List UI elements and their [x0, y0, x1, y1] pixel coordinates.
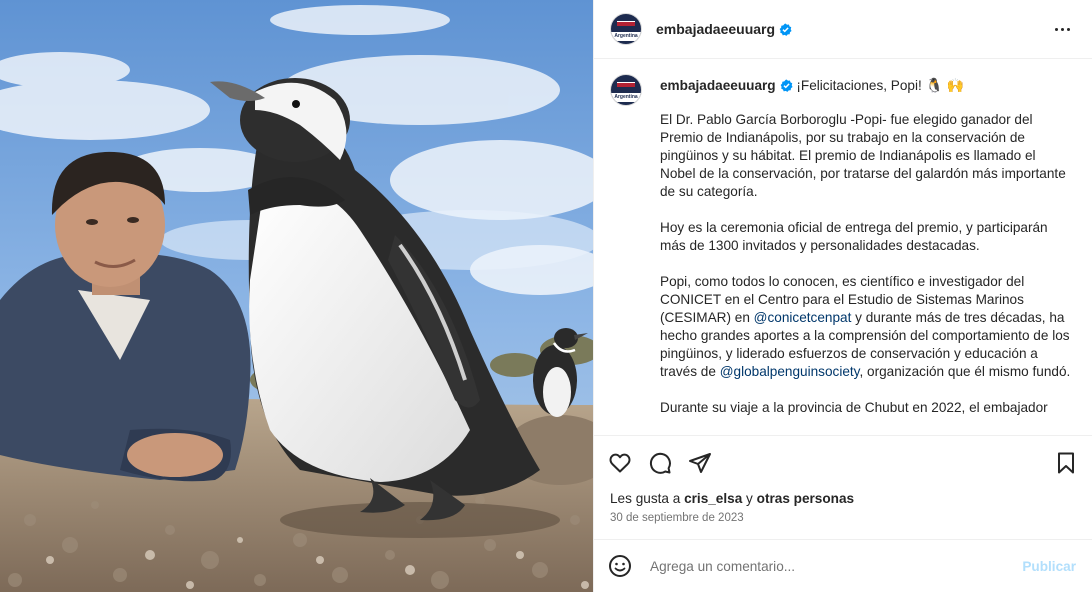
more-options-icon[interactable]: [1050, 17, 1074, 41]
likes-others-link[interactable]: otras personas: [757, 491, 854, 506]
verified-badge-icon: [779, 23, 792, 36]
post-photo[interactable]: [0, 0, 593, 592]
likes-prefix: Les gusta a: [610, 491, 685, 506]
publish-button[interactable]: Publicar: [1022, 559, 1076, 574]
avatar-label: Argentina: [611, 93, 641, 102]
share-icon[interactable]: [688, 451, 712, 475]
username-link[interactable]: embajadaeeuuarg: [656, 21, 792, 37]
account-avatar[interactable]: Argentina: [610, 13, 642, 45]
comment-icon[interactable]: [648, 451, 672, 475]
post-details-panel: Argentina embajadaeeuuarg Argentina emba…: [593, 0, 1092, 592]
heart-icon[interactable]: [608, 451, 632, 475]
comment-bar: Publicar: [594, 539, 1092, 592]
caption-avatar[interactable]: Argentina: [610, 74, 642, 106]
penguin-and-man-photo: [0, 0, 593, 592]
caption-paragraph-1: El Dr. Pablo García Borboroglu -Popi- fu…: [660, 112, 1066, 199]
action-bar: [594, 436, 1092, 490]
liker-username[interactable]: cris_elsa: [684, 491, 742, 506]
caption-username[interactable]: embajadaeeuuarg: [660, 78, 776, 93]
post-footer: Les gusta a cris_elsa y otras personas 3…: [594, 435, 1092, 524]
caption-scroll-area[interactable]: Argentina embajadaeeuuarg ¡Felicitacione…: [594, 60, 1092, 435]
mention-globalpenguinsociety[interactable]: @globalpenguinsociety: [720, 364, 860, 379]
post-header: Argentina embajadaeeuuarg: [594, 0, 1092, 59]
seal-graphic: [617, 21, 635, 26]
likes-summary: Les gusta a cris_elsa y otras personas: [594, 490, 1092, 508]
comment-input[interactable]: [648, 557, 1023, 575]
bookmark-icon[interactable]: [1054, 451, 1078, 475]
username-text: embajadaeeuuarg: [656, 21, 776, 37]
post-date[interactable]: 30 de septiembre de 2023: [594, 508, 1092, 524]
emoji-icon[interactable]: [608, 554, 632, 578]
caption-row: Argentina embajadaeeuuarg ¡Felicitacione…: [610, 74, 1072, 435]
seal-graphic: [617, 82, 635, 87]
instagram-post: Argentina embajadaeeuuarg Argentina emba…: [0, 0, 1092, 592]
penguin-clap-emoji: 🐧 🙌: [925, 77, 965, 93]
caption-paragraph-4: Durante su viaje a la provincia de Chubu…: [660, 400, 1048, 415]
mention-conicetcenpat[interactable]: @conicetcenpat: [754, 310, 852, 325]
caption-headline-row: embajadaeeuuarg ¡Felicitaciones, Popi! 🐧…: [660, 74, 1072, 95]
caption-text: El Dr. Pablo García Borboroglu -Popi- fu…: [660, 111, 1072, 417]
caption-paragraph-2: Hoy es la ceremonia oficial de entrega d…: [660, 220, 1048, 253]
avatar-label: Argentina: [611, 32, 641, 41]
caption-paragraph-3: Popi, como todos lo conocen, es científi…: [660, 273, 1072, 381]
caption: embajadaeeuuarg ¡Felicitaciones, Popi! 🐧…: [660, 74, 1072, 435]
likes-connector: y: [742, 491, 757, 506]
caption-text-segment: , organización que él mismo fundó.: [859, 364, 1071, 379]
verified-badge-icon: [780, 79, 793, 92]
caption-headline: ¡Felicitaciones, Popi!: [796, 78, 922, 93]
